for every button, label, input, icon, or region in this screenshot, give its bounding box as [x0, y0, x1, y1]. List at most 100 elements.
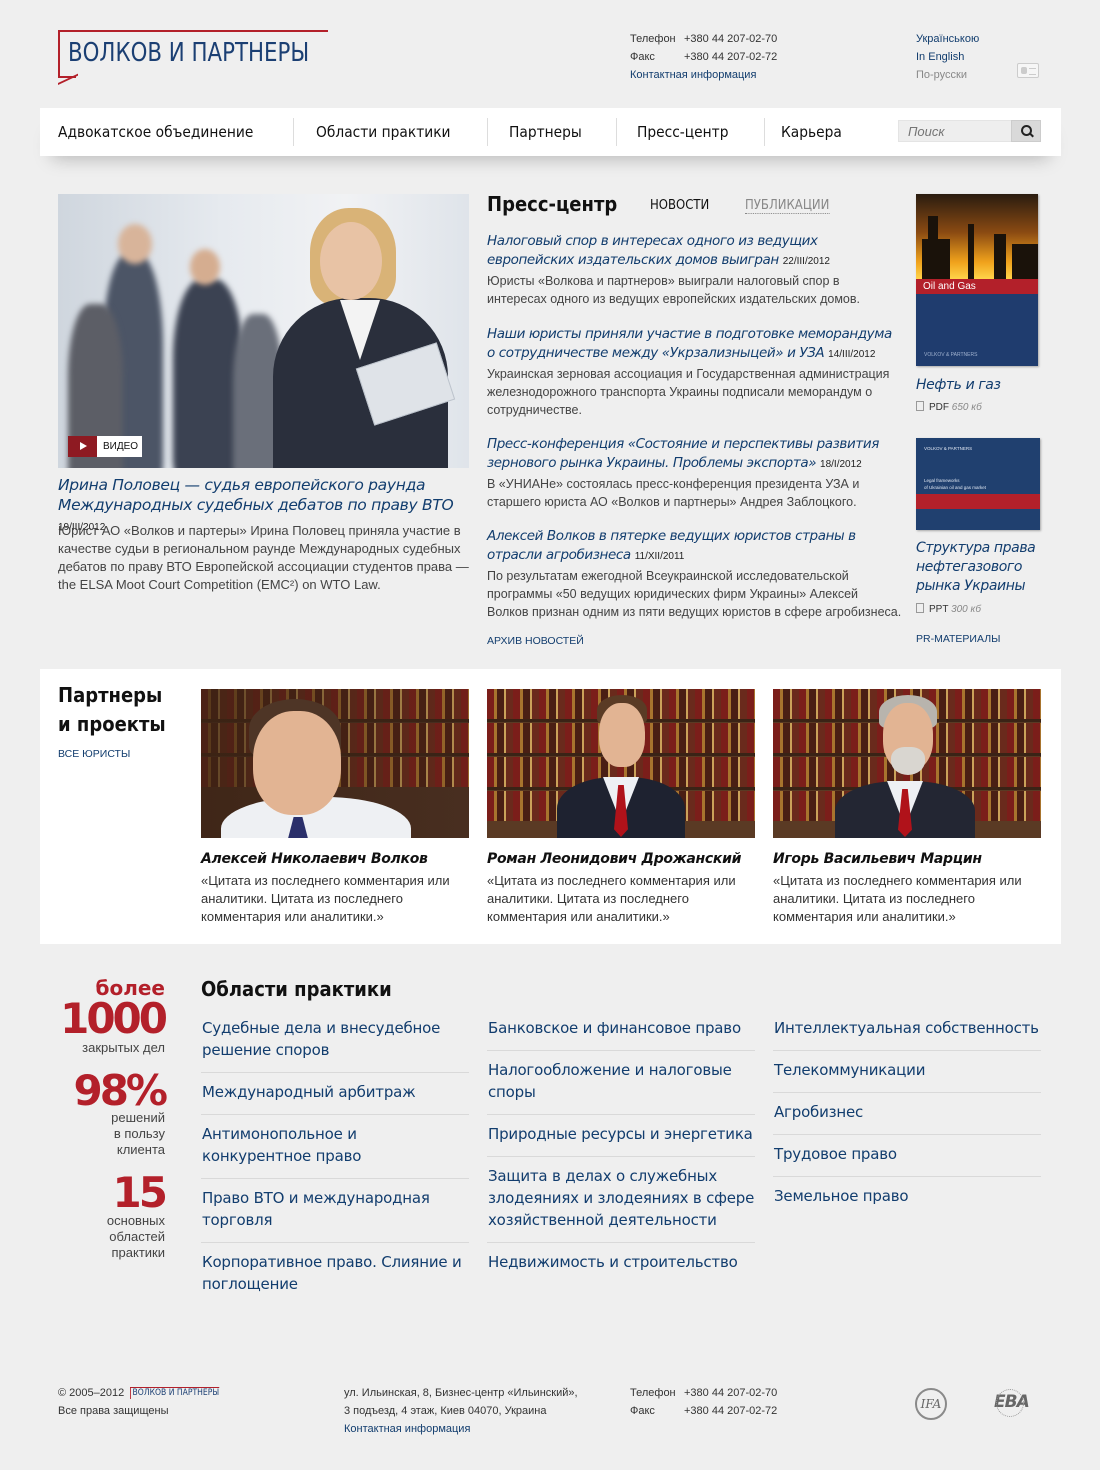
partners-heading-line: и проекты: [58, 712, 166, 736]
file-size: 300 кб: [951, 604, 981, 615]
practice-link[interactable]: Недвижимость и строительство: [487, 1243, 755, 1284]
stat-cases-value: 1000: [60, 994, 168, 1043]
file-icon: [916, 401, 924, 411]
practice-link[interactable]: Трудовое право: [773, 1135, 1041, 1177]
bg-person-head: [118, 224, 152, 264]
partner-name[interactable]: Алексей Николаевич Волков: [201, 851, 428, 867]
practice-link[interactable]: Земельное право: [773, 1177, 1041, 1218]
practice-link[interactable]: Природные ресурсы и энергетика: [487, 1115, 755, 1157]
stat-label-line: основных: [106, 1213, 165, 1228]
stat-label-line: областей: [109, 1229, 165, 1244]
practice-link[interactable]: Налогообложение и налоговые споры: [487, 1051, 755, 1115]
stat-label-line: клиента: [116, 1142, 165, 1157]
practice-heading: Области практики: [201, 977, 392, 1001]
news-date: 18/I/2012: [820, 459, 862, 470]
brochure-brand: VOLKOV & PARTNERS: [924, 352, 978, 358]
footer-logo[interactable]: ВОЛКОВ И ПАРТНЕРЫ: [130, 1387, 220, 1399]
news-title[interactable]: Налоговый спор в интересах одного из вед…: [487, 233, 818, 268]
brochure-band: [916, 494, 1040, 509]
news-item: Пресс-конференция «Состояние и перспекти…: [487, 435, 902, 511]
practice-link[interactable]: Корпоративное право. Слияние и поглощени…: [201, 1243, 469, 1306]
practice-link[interactable]: Агробизнес: [773, 1093, 1041, 1135]
practice-link[interactable]: Банковское и финансовое право: [487, 1009, 755, 1051]
news-item: Алексей Волков в пятерке ведущих юристов…: [487, 527, 902, 621]
nav-item-press[interactable]: Пресс-центр: [637, 123, 728, 141]
practice-column: Судебные дела и внесудебное решение спор…: [201, 1009, 469, 1306]
practice-link[interactable]: Защита в делах о служебных злодеяниях и …: [487, 1157, 755, 1243]
brochure-line: of Ukrainian oil and gas market: [924, 485, 987, 490]
search-box: [898, 120, 1041, 142]
hero-image[interactable]: [58, 194, 469, 468]
search-icon[interactable]: [1011, 120, 1041, 142]
nav-item-practice[interactable]: Области практики: [316, 123, 451, 141]
footer-divider: [200, 1340, 900, 1354]
partner-quote: «Цитата из последнего комментария или ан…: [487, 873, 736, 924]
phone-value: +380 44 207-02-70: [684, 1387, 778, 1399]
video-button[interactable]: ВИДЕО: [68, 436, 142, 457]
news-item: Наши юристы приняли участие в подготовке…: [487, 325, 902, 419]
brochure-oil-gas-cover[interactable]: Oil and Gas VOLKOV & PARTNERS: [916, 194, 1038, 366]
partner-photo[interactable]: [487, 689, 755, 838]
news-item: Налоговый спор в интересах одного из вед…: [487, 232, 902, 308]
practice-link[interactable]: Судебные дела и внесудебное решение спор…: [201, 1009, 469, 1073]
footer-contact-link[interactable]: Контактная информация: [344, 1423, 470, 1435]
eba-logo-icon[interactable]: EBA: [994, 1388, 1042, 1417]
partner-name[interactable]: Игорь Васильевич Марцин: [773, 851, 982, 867]
fax-value: +380 44 207-02-72: [684, 51, 778, 63]
partner-name[interactable]: Роман Леонидович Дрожанский: [487, 851, 741, 867]
logo-frame: [58, 30, 328, 32]
brochure-line: Legal frameworks: [924, 478, 960, 483]
partner-photo[interactable]: [773, 689, 1041, 838]
lang-english[interactable]: In English: [916, 48, 979, 66]
nav-item-association[interactable]: Адвокатское объединение: [58, 123, 253, 141]
practice-link[interactable]: Антимонопольное и конкурентное право: [201, 1115, 469, 1179]
nav-item-partners[interactable]: Партнеры: [509, 123, 582, 141]
practice-link[interactable]: Телекоммуникации: [773, 1051, 1041, 1093]
pr-materials-link[interactable]: PR-МАТЕРИАЛЫ: [916, 633, 1000, 645]
news-date: 22/III/2012: [782, 256, 830, 267]
logo-text: ВОЛКОВ И ПАРТНЕРЫ: [68, 38, 310, 68]
news-text: Украинская зерновая ассоциация и Государ…: [487, 367, 890, 417]
contact-info-link[interactable]: Контактная информация: [630, 69, 756, 81]
brochure-structure-title[interactable]: Структура права нефтегазового рынка Укра…: [916, 539, 1051, 596]
search-input[interactable]: [899, 121, 1007, 141]
practice-link[interactable]: Интеллектуальная собственность: [773, 1009, 1041, 1051]
fax-value: +380 44 207-02-72: [684, 1405, 778, 1417]
language-switcher: Українською In English По-русски: [916, 30, 979, 84]
news-text: В «УНИАНе» состоялась пресс-конференция …: [487, 477, 860, 509]
practice-link[interactable]: Международный арбитраж: [201, 1073, 469, 1115]
partner-face: [253, 711, 341, 815]
stat-decisions-value: 98%: [73, 1066, 168, 1115]
phone-value: +380 44 207-02-70: [684, 33, 778, 45]
vcard-icon[interactable]: [1017, 63, 1039, 78]
partner-quote: «Цитата из последнего комментария или ан…: [201, 873, 450, 924]
news-archive-link[interactable]: АРХИВ НОВОСТЕЙ: [487, 635, 584, 647]
lang-ukrainian[interactable]: Українською: [916, 30, 979, 48]
woman-head: [320, 222, 382, 300]
nav-separator: [293, 118, 294, 146]
refinery-tower: [922, 239, 950, 279]
tab-news[interactable]: НОВОСТИ: [650, 198, 709, 213]
refinery-tower: [1012, 244, 1038, 279]
brochure-oil-gas-title[interactable]: Нефть и газ: [916, 376, 1051, 395]
file-type: PDF: [929, 402, 949, 413]
rights-text: Все права защищены: [58, 1405, 169, 1417]
site-logo[interactable]: ВОЛКОВ И ПАРТНЕРЫ: [58, 30, 348, 82]
lang-russian-current: По-русски: [916, 69, 968, 81]
phone-label: Телефон: [630, 1387, 676, 1399]
all-lawyers-link[interactable]: ВСЕ ЮРИСТЫ: [58, 748, 130, 760]
brochure-structure-cover[interactable]: VOLKOV & PARTNERS Legal frameworks of Uk…: [916, 438, 1040, 530]
practice-link[interactable]: Право ВТО и международная торговля: [201, 1179, 469, 1243]
hero-text: Юрист АО «Волков и партеры» Ирина Полове…: [58, 523, 469, 592]
hero-title-text[interactable]: Ирина Половец — судья европейского раунд…: [58, 476, 454, 514]
practice-column: Банковское и финансовое право Налогообло…: [487, 1009, 755, 1284]
news-date: 14/III/2012: [828, 349, 876, 360]
ifa-logo-icon[interactable]: IFA: [915, 1388, 947, 1420]
nav-separator: [764, 118, 765, 146]
nav-separator: [487, 118, 488, 146]
nav-item-career[interactable]: Карьера: [781, 123, 842, 141]
address-line: ул. Ильинская, 8, Бизнес-центр «Ильински…: [344, 1387, 578, 1399]
file-size: 650 кб: [951, 402, 982, 413]
partner-photo[interactable]: [201, 689, 469, 838]
tab-publications[interactable]: ПУБЛИКАЦИИ: [745, 198, 830, 214]
